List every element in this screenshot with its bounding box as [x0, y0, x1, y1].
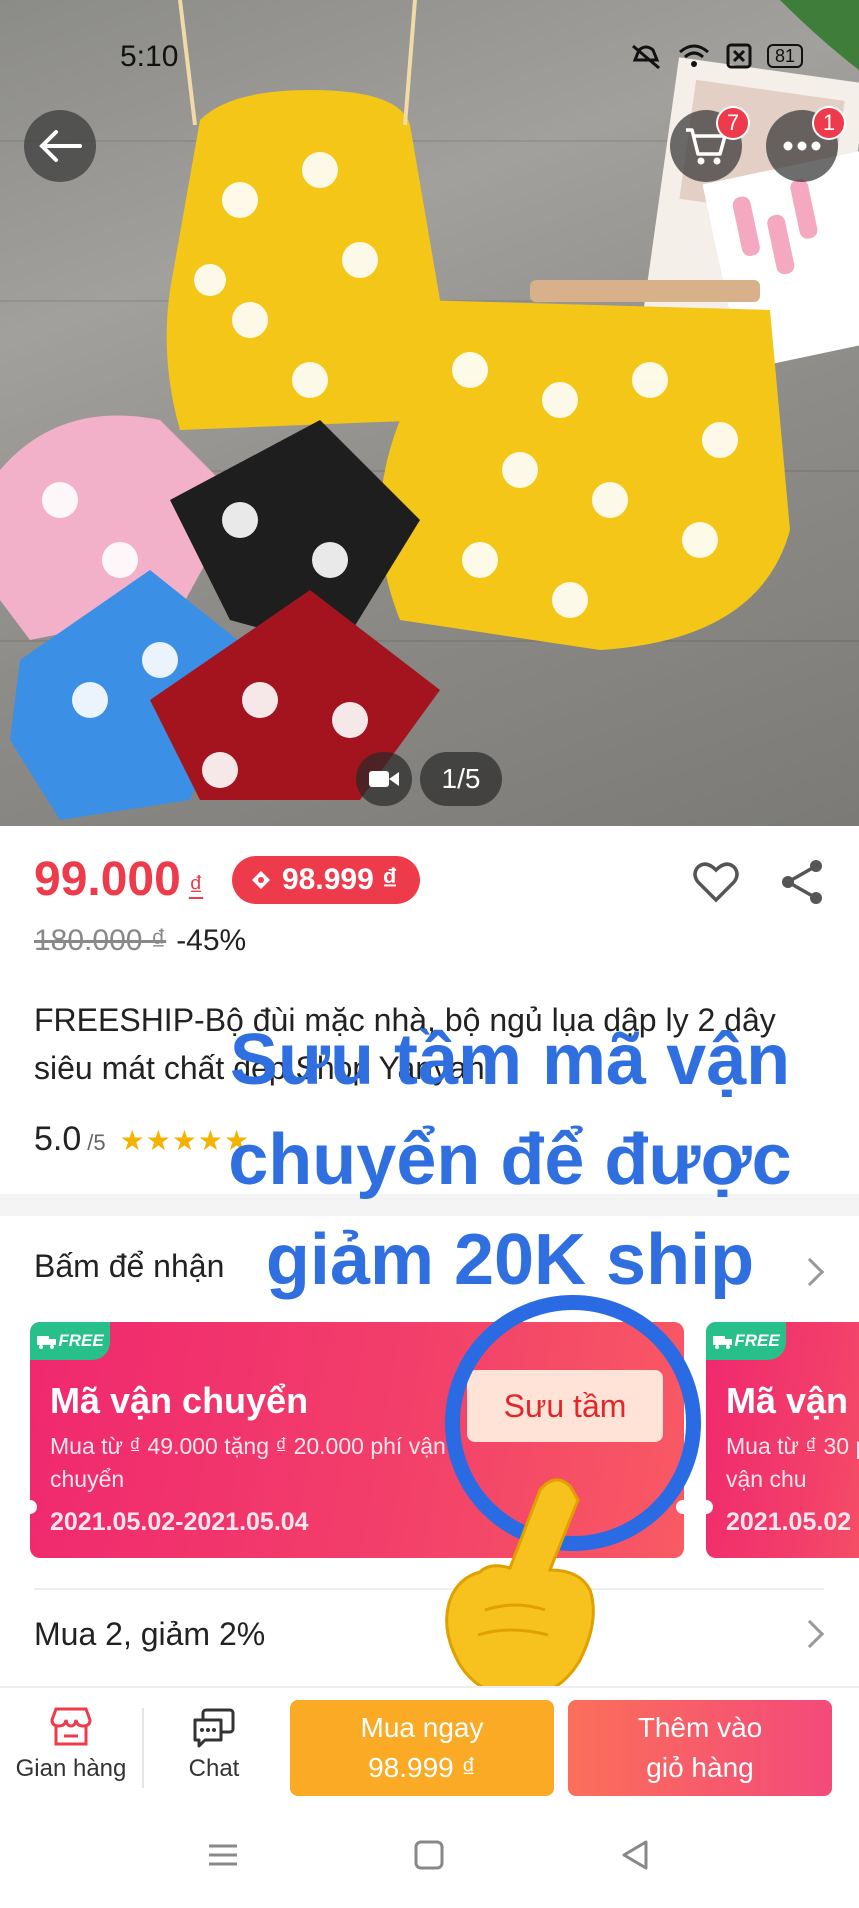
more-dots-icon	[783, 141, 821, 151]
heart-icon[interactable]	[690, 856, 742, 908]
free-tag: FREE	[30, 1322, 110, 1360]
separator	[142, 1708, 144, 1788]
voucher-price-text: 98.999 ₫	[282, 863, 398, 896]
voucher-description: Mua từ ₫ 30 phí vận chu	[726, 1433, 859, 1492]
chat-button[interactable]: Chat	[164, 1706, 264, 1783]
product-detail-screen: 5:10 81 7 1 1/5 99.000 ₫ 98.999 ₫ 180.00…	[0, 0, 859, 1908]
currency-symbol: ₫	[188, 870, 204, 901]
free-tag-text: FREE	[734, 1331, 780, 1350]
tutorial-caption: Sưu tầm mã vận chuyển để được giảm 20K s…	[160, 1010, 859, 1310]
voucher-title: Mã vận	[726, 1380, 849, 1421]
voucher-date: 2021.05.02	[726, 1508, 852, 1536]
free-tag-text: FREE	[58, 1331, 104, 1350]
card-notch	[676, 1500, 690, 1514]
caption-line: chuyển để được	[228, 1120, 792, 1200]
voucher-description: Mua từ ₫ 49.000 tặng ₫ 20.000 phí vận ch…	[50, 1433, 446, 1492]
system-nav-bar	[0, 1808, 859, 1908]
original-price: 180.000 ₫	[34, 924, 167, 957]
add-to-cart-label-2: giỏ hàng	[646, 1752, 754, 1783]
free-tag: FREE	[706, 1322, 786, 1360]
store-icon	[50, 1707, 92, 1746]
price-row: 99.000 ₫	[34, 852, 203, 907]
card-notch	[706, 1500, 713, 1514]
truck-icon	[37, 1336, 57, 1349]
chevron-right-icon[interactable]	[795, 1619, 825, 1649]
mute-icon	[631, 44, 660, 70]
rating-score: 5.0	[34, 1120, 82, 1158]
buy-now-button[interactable]: Mua ngay 98.999 ₫	[290, 1700, 554, 1796]
shipping-voucher-card-2[interactable]: FREE Mã vận Mua từ ₫ 30 phí vận chu 2021…	[706, 1322, 859, 1558]
status-icons: 81	[629, 42, 803, 70]
more-badge: 1	[812, 106, 846, 140]
divider	[34, 1588, 824, 1590]
bottom-action-bar: Gian hàng Chat Mua ngay 98.999 ₫ Thêm và…	[0, 1686, 859, 1808]
add-to-cart-label-1: Thêm vào	[637, 1712, 763, 1743]
wifi-icon	[678, 44, 709, 67]
caption-line: Sưu tầm mã vận	[229, 1020, 791, 1100]
discount-percent: -45%	[176, 924, 247, 957]
add-to-cart-button[interactable]: Thêm vào giỏ hàng	[568, 1700, 832, 1796]
cart-button[interactable]: 7	[670, 106, 750, 182]
back-triangle-icon[interactable]	[618, 1838, 652, 1872]
share-icon[interactable]	[776, 856, 828, 908]
status-time: 5:10	[120, 40, 179, 73]
chat-label: Chat	[188, 1755, 240, 1782]
ticket-icon	[252, 871, 270, 889]
arrow-left-icon	[39, 130, 82, 162]
battery-indicator: 81	[766, 44, 803, 68]
more-button[interactable]: 1	[766, 106, 846, 182]
shop-label: Gian hàng	[15, 1755, 127, 1782]
chat-icon	[193, 1708, 235, 1748]
pointing-hand-icon	[445, 1478, 595, 1700]
old-price-row: 180.000 ₫ -45%	[34, 924, 246, 958]
card-notch	[30, 1500, 37, 1514]
sim-icon	[726, 43, 752, 69]
buy-now-price: 98.999 ₫	[368, 1752, 476, 1783]
product-image-carousel[interactable]: 5:10 81 7 1 1/5	[0, 0, 859, 826]
rating-max: /5	[87, 1130, 106, 1155]
voucher-price-badge[interactable]: 98.999 ₫	[232, 856, 420, 904]
cart-badge: 7	[716, 106, 750, 140]
bundle-promo-label[interactable]: Mua 2, giảm 2%	[34, 1616, 265, 1653]
video-icon	[369, 771, 399, 787]
truck-icon	[713, 1336, 733, 1349]
menu-icon[interactable]	[206, 1838, 240, 1872]
voucher-date: 2021.05.02-2021.05.04	[50, 1508, 309, 1536]
caption-line: giảm 20K ship	[265, 1220, 755, 1300]
home-icon[interactable]	[412, 1838, 446, 1872]
shop-button[interactable]: Gian hàng	[12, 1706, 130, 1783]
video-button[interactable]	[356, 752, 412, 806]
image-counter: 1/5	[420, 752, 502, 806]
buy-now-label: Mua ngay	[360, 1712, 484, 1743]
voucher-title: Mã vận chuyển	[50, 1380, 309, 1421]
current-price: 99.000	[34, 853, 181, 906]
back-button[interactable]	[24, 110, 96, 182]
status-bar: 5:10 81	[0, 36, 859, 76]
